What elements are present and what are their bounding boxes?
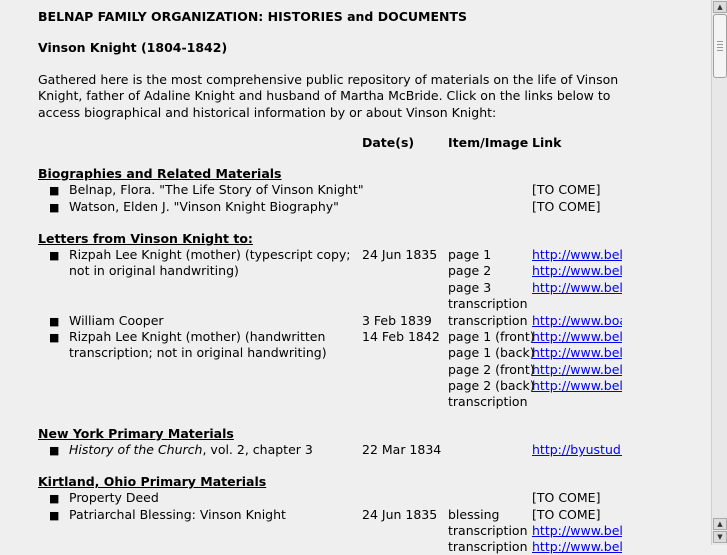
bullet-icon: ■ <box>49 315 60 328</box>
document-link[interactable]: http://www.bel <box>532 247 622 262</box>
list-item-description: Patriarchal Blessing: Vinson Knight <box>69 507 286 522</box>
link-placeholder: [TO COME] <box>532 199 601 214</box>
section-title-biographies: Biographies and Related Materials <box>38 166 282 181</box>
item-label: transcription <box>448 523 528 538</box>
section-title-letters: Letters from Vinson Knight to: <box>38 231 253 246</box>
book-reference: , vol. 2, chapter 3 <box>202 442 313 457</box>
link-placeholder: [TO COME] <box>532 490 601 505</box>
bullet-icon: ■ <box>49 331 60 344</box>
item-label: transcription <box>448 394 528 409</box>
list-item-date: 14 Feb 1842 <box>362 329 440 344</box>
scroll-up-icon[interactable]: ▲ <box>713 1 727 13</box>
person-title: Vinson Knight (1804-1842) <box>38 40 228 55</box>
column-header-item: Item/Image <box>448 135 529 150</box>
document-link[interactable]: http://www.bel <box>532 523 622 538</box>
bullet-icon: ■ <box>49 201 60 214</box>
column-header-date: Date(s) <box>362 135 415 150</box>
item-label: page 2 (back) <box>448 378 535 393</box>
link-placeholder: [TO COME] <box>532 182 601 197</box>
item-label: page 1 <box>448 247 492 262</box>
list-item-description: Rizpah Lee Knight (mother) (typescript c… <box>69 247 351 279</box>
section-title-kirtland: Kirtland, Ohio Primary Materials <box>38 474 267 489</box>
bullet-icon: ■ <box>49 444 60 457</box>
list-item-description: History of the Church, vol. 2, chapter 3 <box>69 442 313 458</box>
item-label: transcription <box>448 313 528 328</box>
list-item-description: Belnap, Flora. "The Life Story of Vinson… <box>69 182 364 197</box>
item-label: transcription <box>448 296 528 311</box>
bullet-icon: ■ <box>49 492 60 505</box>
scroll-up-icon[interactable]: ▲ <box>713 518 727 530</box>
item-label: page 3 <box>448 280 492 295</box>
list-item-description: Rizpah Lee Knight (mother) (handwritten … <box>69 329 327 361</box>
column-header-link: Link <box>532 135 562 150</box>
link-placeholder: [TO COME] <box>532 507 601 522</box>
item-label: page 1 (back) <box>448 345 535 360</box>
scrollbar-thumb[interactable] <box>713 14 727 78</box>
organization-title: BELNAP FAMILY ORGANIZATION: HISTORIES an… <box>38 9 468 24</box>
document-link[interactable]: http://www.boa <box>532 313 622 328</box>
list-item-date: 24 Jun 1835 <box>362 507 438 522</box>
section-title-new-york: New York Primary Materials <box>38 426 234 441</box>
list-item-date: 3 Feb 1839 <box>362 313 432 328</box>
list-item-date: 22 Mar 1834 <box>362 442 442 457</box>
item-label: transcription <box>448 539 528 554</box>
list-item-description: Property Deed <box>69 490 159 505</box>
document-link[interactable]: http://www.bel <box>532 345 622 360</box>
bullet-icon: ■ <box>49 249 60 262</box>
book-title: History of the Church <box>69 442 203 457</box>
item-label: page 2 (front) <box>448 362 535 377</box>
document-link[interactable]: http://www.bel <box>532 378 622 393</box>
document-link[interactable]: http://www.bel <box>532 280 622 295</box>
bullet-icon: ■ <box>49 184 60 197</box>
list-item-description: Watson, Elden J. "Vinson Knight Biograph… <box>69 199 339 214</box>
vertical-scrollbar[interactable]: ▲ ▲ ▼ <box>711 0 727 545</box>
document-link[interactable]: http://www.bel <box>532 329 622 344</box>
bullet-icon: ■ <box>49 509 60 522</box>
intro-paragraph: Gathered here is the most comprehensive … <box>38 72 619 120</box>
item-label: blessing <box>448 507 500 522</box>
list-item-description: William Cooper <box>69 313 164 328</box>
document-link[interactable]: http://www.bel <box>532 362 622 377</box>
scroll-down-icon[interactable]: ▼ <box>713 531 727 543</box>
document-link[interactable]: http://www.bel <box>532 263 622 278</box>
document-link[interactable]: http://www.bel <box>532 539 622 554</box>
list-item-date: 24 Jun 1835 <box>362 247 438 262</box>
document-link[interactable]: http://byustudi <box>532 442 622 457</box>
item-label: page 1 (front) <box>448 329 535 344</box>
item-label: page 2 <box>448 263 492 278</box>
